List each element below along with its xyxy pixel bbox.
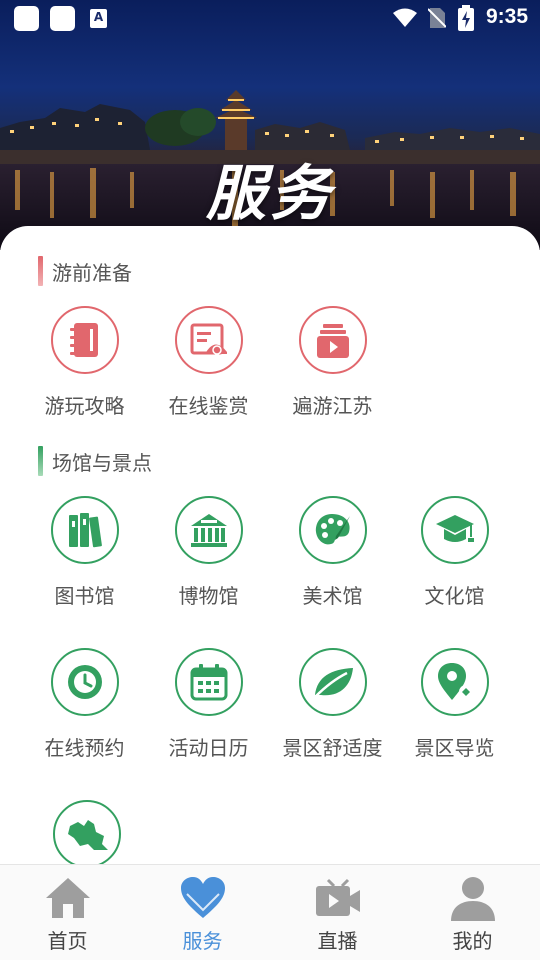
section-title: 场馆与景点 [52,450,152,475]
section-title: 游前准备 [52,260,132,285]
nav-label: 我的 [452,929,493,953]
service-item-scenic-guide[interactable]: 景区导览 [392,648,517,761]
section-header-venues: 场馆与景点 [38,446,152,476]
palette-icon [298,496,367,564]
status-time: 9:35 [485,5,528,28]
video-camera-icon [308,873,368,923]
service-item-online-appreciation[interactable]: 在线鉴赏 [146,306,271,419]
notification-icon [14,6,39,31]
section-accent-bar [38,256,43,286]
clock-icon [50,648,119,716]
wifi-icon [393,8,417,27]
jiangsu-map-icon [52,800,121,866]
service-item-label: 在线鉴赏 [168,394,249,418]
service-item-event-calendar[interactable]: 活动日历 [146,648,271,761]
service-item-museum[interactable]: 博物馆 [146,496,271,609]
service-item-label: 活动日历 [168,736,249,760]
service-item-label: 美术馆 [302,584,363,608]
calendar-icon [174,648,243,716]
service-item-label: 景区导览 [414,736,495,760]
battery-charging-icon [458,5,474,31]
service-item-scenic-comfort[interactable]: 景区舒适度 [270,648,395,761]
section-accent-bar [38,446,43,476]
section-header-preparation: 游前准备 [38,256,132,286]
keyboard-a-icon: A [90,9,107,28]
play-video-icon [298,306,367,374]
service-item-label: 在线预约 [44,736,125,760]
notification-icon [50,6,75,31]
notebook-icon [50,306,119,374]
services-panel: 游前准备 游玩攻略 在线鉴赏 遍游江苏 场馆与景点 图书馆 博物馆 美术馆 文化… [0,226,540,866]
heart-icon [173,873,233,923]
service-item-tour-jiangsu[interactable]: 遍游江苏 [270,306,395,419]
service-item-travel-guide[interactable]: 游玩攻略 [22,306,147,419]
nav-label: 首页 [47,929,88,953]
no-sim-icon [428,8,446,28]
home-icon [38,873,98,923]
nav-label: 直播 [317,929,358,953]
service-item-online-booking[interactable]: 在线预约 [22,648,147,761]
page-title: 服务 [206,159,334,229]
service-item-label: 遍游江苏 [292,394,373,418]
service-item-jiangsu-map[interactable] [24,800,149,866]
service-item-label: 图书馆 [54,584,115,608]
nav-tab-mine[interactable]: 我的 [405,865,540,960]
bottom-nav: 首页 服务 直播 我的 [0,864,540,960]
user-icon [443,873,503,923]
nav-tab-service[interactable]: 服务 [135,865,270,960]
museum-icon [174,496,243,564]
service-screen: 服务 A 9:35 游前准备 游玩攻略 在线鉴赏 遍游江苏 场馆与景点 图书馆 … [0,0,540,960]
nav-label: 服务 [182,929,223,953]
hero-banner: 服务 [0,0,540,250]
service-item-library[interactable]: 图书馆 [22,496,147,609]
nav-tab-live[interactable]: 直播 [270,865,405,960]
books-icon [50,496,119,564]
service-item-art-gallery[interactable]: 美术馆 [270,496,395,609]
exhibit-board-icon [174,306,243,374]
map-pin-icon [420,648,489,716]
status-bar: A 9:35 [0,0,540,36]
leaf-icon [298,648,367,716]
service-item-label: 文化馆 [424,584,485,608]
service-item-label: 游玩攻略 [44,394,125,418]
service-item-cultural-center[interactable]: 文化馆 [392,496,517,609]
nav-tab-home[interactable]: 首页 [0,865,135,960]
service-item-label: 景区舒适度 [282,736,383,760]
service-item-label: 博物馆 [178,584,239,608]
graduation-cap-icon [420,496,489,564]
